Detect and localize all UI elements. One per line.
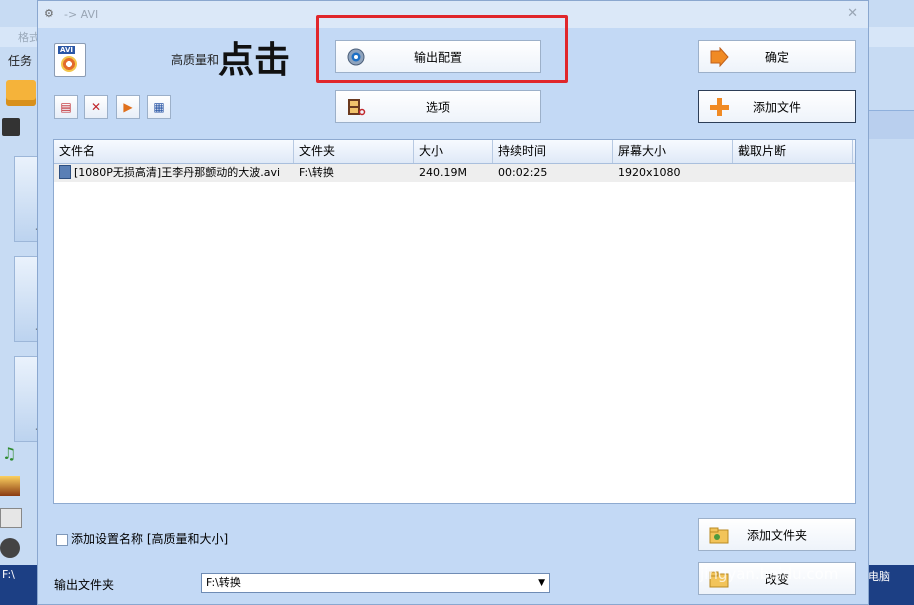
output-config-button[interactable]: 输出配置 bbox=[335, 40, 541, 73]
column-header-screen-size[interactable]: 屏幕大小 bbox=[613, 140, 733, 163]
taskbar-item[interactable]: F:\ bbox=[2, 568, 15, 581]
column-header-folder[interactable]: 文件夹 bbox=[294, 140, 414, 163]
chevron-down-icon: ▼ bbox=[538, 578, 545, 588]
remove-file-button[interactable]: ▤ bbox=[54, 95, 78, 119]
file-remove-icon: ▤ bbox=[60, 100, 72, 114]
convert-dialog: ⚙ -> AVI ✕ AVI 高质量和 点击 输出配置 选项 确定 添加文件 ▤… bbox=[37, 0, 869, 605]
close-icon[interactable]: ✕ bbox=[847, 6, 858, 21]
column-header-duration[interactable]: 持续时间 bbox=[493, 140, 613, 163]
preset-label: 高质量和 bbox=[171, 53, 220, 67]
add-folder-button[interactable]: 添加文件夹 bbox=[698, 518, 856, 551]
avi-format-icon: AVI bbox=[54, 43, 86, 77]
folder-icon[interactable] bbox=[6, 80, 36, 106]
clear-list-button[interactable]: ✕ bbox=[84, 95, 108, 119]
cell-size: 240.19M bbox=[419, 166, 467, 179]
add-file-button[interactable]: 添加文件 bbox=[698, 90, 856, 123]
output-folder-value: F:\转换 bbox=[206, 576, 241, 589]
output-folder-select[interactable]: F:\转换 ▼ bbox=[201, 573, 550, 593]
film-icon[interactable] bbox=[2, 118, 20, 136]
table-header: 文件名 文件夹 大小 持续时间 屏幕大小 截取片断 bbox=[54, 140, 855, 164]
ok-button[interactable]: 确定 bbox=[698, 40, 856, 73]
dialog-title: -> AVI bbox=[64, 8, 99, 21]
film-reel-icon[interactable] bbox=[0, 538, 20, 558]
play-icon: ▶ bbox=[123, 100, 133, 114]
dialog-titlebar: ⚙ -> AVI ✕ bbox=[38, 1, 868, 28]
output-folder-label: 输出文件夹 bbox=[54, 578, 115, 592]
app-icon: ⚙ bbox=[44, 7, 54, 20]
info-card-icon: ▦ bbox=[153, 100, 165, 114]
column-header-clip[interactable]: 截取片断 bbox=[733, 140, 853, 163]
click-annotation: 点击 bbox=[218, 39, 291, 81]
music-note-icon[interactable]: ♫ bbox=[2, 444, 16, 463]
options-button[interactable]: 选项 bbox=[335, 90, 541, 123]
column-header-filename[interactable]: 文件名 bbox=[54, 140, 294, 163]
media-info-button[interactable]: ▦ bbox=[147, 95, 171, 119]
cell-clip bbox=[733, 164, 853, 182]
column-header-size[interactable]: 大小 bbox=[414, 140, 493, 163]
play-button[interactable]: ▶ bbox=[116, 95, 140, 119]
add-setting-name-checkbox[interactable]: 添加设置名称 [高质量和大小] bbox=[56, 530, 228, 547]
checkbox-box[interactable] bbox=[56, 533, 68, 546]
table-row[interactable]: [1080P无损高清]王李丹那颤动的大波.avi F:\转换 240.19M 0… bbox=[54, 164, 855, 182]
background-task-tab[interactable]: 任务 bbox=[8, 52, 32, 69]
file-list-table[interactable]: 文件名 文件夹 大小 持续时间 屏幕大小 截取片断 [1080P无损高清]王李丹… bbox=[53, 139, 856, 504]
background-right-panel bbox=[868, 110, 914, 139]
drive-icon[interactable] bbox=[0, 508, 22, 528]
cell-duration: 00:02:25 bbox=[498, 166, 548, 179]
video-file-icon bbox=[59, 165, 71, 179]
change-folder-button[interactable]: 改变 bbox=[698, 562, 856, 595]
taskbar-item-right[interactable]: 电脑 bbox=[868, 568, 890, 584]
cell-screen-size: 1920x1080 bbox=[618, 166, 681, 179]
checkbox-label: 添加设置名称 [高质量和大小] bbox=[71, 532, 229, 546]
picture-icon[interactable] bbox=[0, 476, 20, 496]
cell-filename: [1080P无损高清]王李丹那颤动的大波.avi bbox=[54, 164, 294, 182]
file-delete-icon: ✕ bbox=[90, 100, 102, 114]
cell-folder: F:\转换 bbox=[299, 166, 334, 179]
